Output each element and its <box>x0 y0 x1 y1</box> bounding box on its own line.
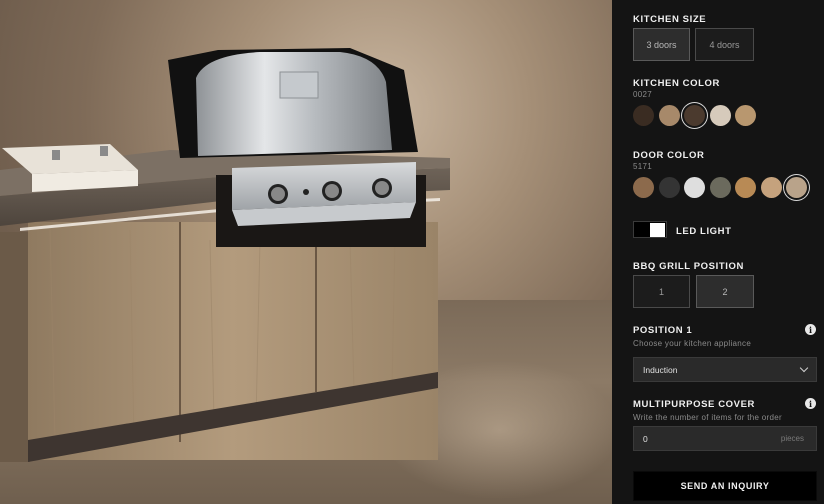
position-1-selected-value: Induction <box>643 364 678 375</box>
door-color-swatch-golden-oak[interactable] <box>735 177 756 198</box>
kitchen-color-swatch-white-oak[interactable] <box>709 105 731 126</box>
position-1-appliance-select[interactable]: Induction <box>633 357 817 382</box>
bbq-grill-position-title: BBQ GRILL POSITION <box>633 261 744 272</box>
chevron-down-icon <box>799 363 809 373</box>
kitchen-color-swatch-dark-wenge[interactable] <box>684 105 705 126</box>
kitchen-color-swatch-light-oak[interactable] <box>658 105 680 126</box>
kitchen-color-code: 0027 <box>633 90 652 99</box>
door-color-code: 5171 <box>633 162 652 171</box>
multipurpose-cover-title: MULTIPURPOSE COVER <box>633 399 755 410</box>
kitchen-color-swatch-dark-walnut[interactable] <box>633 105 654 126</box>
send-inquiry-button[interactable]: SEND AN INQUIRY <box>633 471 817 501</box>
kitchen-size-title: KITCHEN SIZE <box>633 14 707 25</box>
grill-position-1-button[interactable]: 1 <box>633 275 690 308</box>
door-color-swatch-sand-oak[interactable] <box>760 177 782 198</box>
kitchen-color-title: KITCHEN COLOR <box>633 78 720 89</box>
led-light-toggle[interactable] <box>633 221 667 238</box>
grill-handle <box>279 71 319 99</box>
toggle-knob <box>650 223 665 237</box>
cabinet-side <box>0 232 30 462</box>
kitchen-3d-preview[interactable] <box>0 0 612 504</box>
door-color-swatch-anthracite[interactable] <box>658 177 680 198</box>
quantity-unit: pieces <box>780 434 804 443</box>
door-color-swatch-white[interactable] <box>684 177 705 198</box>
kitchen-color-swatch-natural-oak[interactable] <box>735 105 756 126</box>
multipurpose-cover-info-icon[interactable]: i <box>805 398 816 409</box>
kitchen-size-3-doors-button[interactable]: 3 doors <box>633 28 690 61</box>
door-color-swatch-olive-grey[interactable] <box>709 177 731 198</box>
quantity-value: 0 <box>643 433 648 444</box>
configurator-panel: KITCHEN SIZE 3 doors 4 doors KITCHEN COL… <box>612 0 824 504</box>
kitchen-size-4-doors-button[interactable]: 4 doors <box>695 28 754 61</box>
multipurpose-cover-quantity-input[interactable]: 0 pieces <box>633 426 817 451</box>
grill-lid <box>196 52 392 156</box>
position-1-subtitle: Choose your kitchen appliance <box>633 339 752 348</box>
door-color-title: DOOR COLOR <box>633 150 705 161</box>
position-1-title: POSITION 1 <box>633 325 693 336</box>
led-light-label: LED LIGHT <box>676 226 732 237</box>
multipurpose-cover-subtitle: Write the number of items for the order <box>633 413 782 422</box>
grill-position-2-button[interactable]: 2 <box>696 275 754 308</box>
position-1-info-icon[interactable]: i <box>805 324 816 335</box>
outdoor-kitchen-render <box>0 48 450 462</box>
door-color-swatch-walnut[interactable] <box>633 177 654 198</box>
door-color-swatch-bleached-oak[interactable] <box>786 177 807 198</box>
